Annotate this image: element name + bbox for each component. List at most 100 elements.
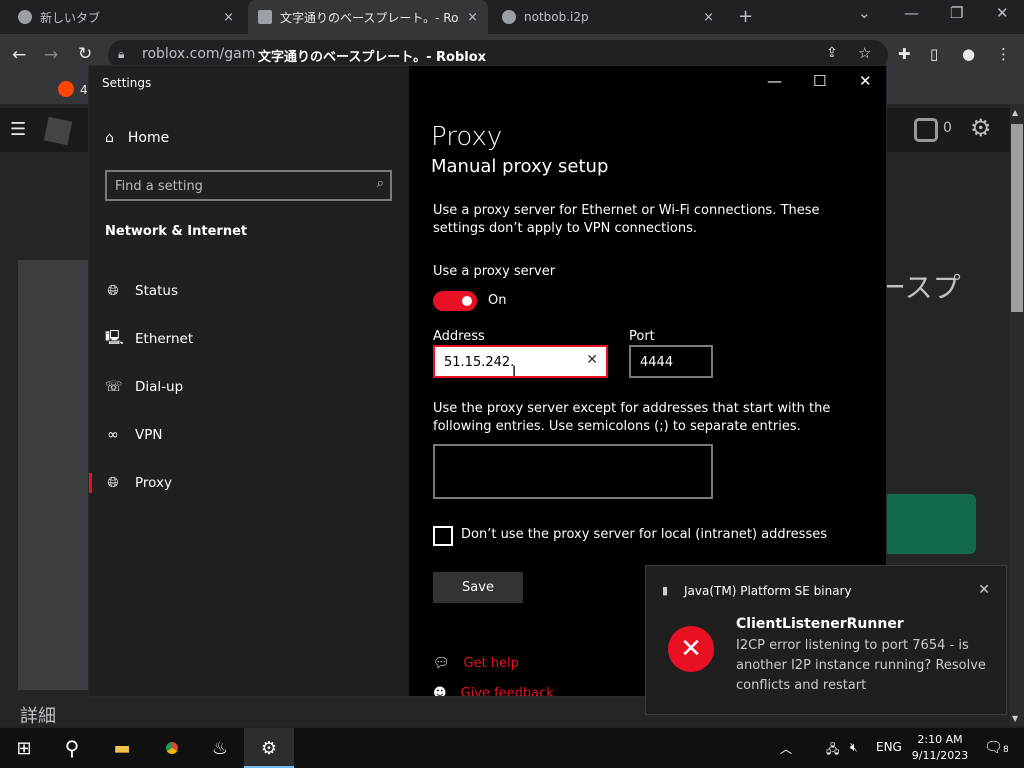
search-input[interactable] xyxy=(115,177,355,195)
forward-icon[interactable]: → xyxy=(44,45,58,65)
windows-start-icon[interactable]: ⊞ xyxy=(12,736,36,760)
chrome-icon xyxy=(18,10,32,24)
url-text[interactable]: roblox.com/gam xyxy=(142,46,255,62)
language-indicator[interactable]: ENG xyxy=(876,740,902,754)
local-bypass-label[interactable]: Don’t use the proxy server for local (in… xyxy=(461,527,827,542)
network-icon[interactable]: 🖧︎ xyxy=(826,740,839,761)
reload-icon[interactable]: ↻ xyxy=(78,44,92,64)
hamburger-icon[interactable]: ☰ xyxy=(10,119,26,140)
port-field[interactable] xyxy=(629,345,713,378)
search-icon[interactable]: ⌕ xyxy=(377,176,384,191)
section-heading: Network & Internet xyxy=(105,224,248,239)
toast-notification[interactable]: ▮ Java(TM) Platform SE binary ✕ ✕ Client… xyxy=(645,565,1007,715)
home-icon: ⌂ xyxy=(105,130,114,146)
reddit-icon[interactable] xyxy=(58,81,74,97)
sidebar-item-proxy[interactable]: 🌐︎ Proxy xyxy=(89,463,409,503)
get-help-label[interactable]: Get help xyxy=(464,656,519,671)
restore-icon[interactable]: ❐ xyxy=(950,4,963,22)
taskbar xyxy=(0,728,1024,768)
nav-home[interactable]: ⌂ Home xyxy=(105,130,169,146)
back-icon[interactable]: ← xyxy=(12,45,26,65)
sidebar-item-vpn[interactable]: ∞ VPN xyxy=(89,415,409,455)
exceptions-description: Use the proxy server except for addresse… xyxy=(433,401,831,434)
notification-center-icon[interactable]: 🗨︎8 xyxy=(984,738,1009,756)
close-window-icon[interactable]: ✕ xyxy=(996,4,1009,22)
search-box[interactable]: ⌕ xyxy=(105,170,392,201)
clock[interactable]: 2:10 AM 9/11/2023 xyxy=(900,732,980,764)
feedback-icon: ☻ xyxy=(433,686,447,697)
sidebar-item-dialup[interactable]: ☏ Dial-up xyxy=(89,367,409,407)
star-icon[interactable]: ☆ xyxy=(858,44,871,62)
give-feedback-link[interactable]: ☻ Give feedback xyxy=(433,686,554,697)
close-icon[interactable]: × xyxy=(467,10,478,25)
toast-title: ClientListenerRunner xyxy=(736,616,904,632)
chevron-down-icon[interactable]: ⌄ xyxy=(858,4,871,22)
tab-roblox[interactable]: 文字通りのベースプレート。- Roblox × xyxy=(248,0,488,34)
profile-icon[interactable]: ● xyxy=(962,45,975,63)
chevron-up-icon[interactable]: ︿ xyxy=(780,740,792,757)
settings-nav: Settings ⌂ Home ⌕ Network & Internet 🌐︎ … xyxy=(89,66,409,696)
sidebar-item-label: VPN xyxy=(135,427,163,443)
scroll-down-icon[interactable]: ▼ xyxy=(1012,714,1018,723)
sidebar-item-ethernet[interactable]: 🖳︎ Ethernet xyxy=(89,319,409,359)
new-tab-button[interactable]: + xyxy=(738,6,753,27)
roblox-icon xyxy=(258,10,272,24)
file-explorer-icon[interactable]: ▬ xyxy=(110,736,134,760)
dialup-icon: ☏ xyxy=(105,379,123,395)
search-icon[interactable]: ⚲ xyxy=(60,736,84,760)
text-cursor-icon: I xyxy=(512,364,517,380)
globe-icon xyxy=(502,10,516,24)
page-title: Proxy xyxy=(431,122,503,152)
scrollbar-thumb[interactable] xyxy=(1011,124,1023,312)
scroll-up-icon[interactable]: ▲ xyxy=(1012,108,1018,117)
toggle-knob xyxy=(462,296,472,306)
steam-icon[interactable]: ♨ xyxy=(208,736,232,760)
tab-notbob[interactable]: notbob.i2p × xyxy=(492,0,724,34)
local-bypass-checkbox[interactable] xyxy=(433,526,453,546)
port-input[interactable] xyxy=(640,353,704,371)
close-icon[interactable]: ✕ xyxy=(978,582,990,598)
close-icon[interactable]: × xyxy=(223,10,234,25)
close-icon[interactable]: × xyxy=(703,10,714,25)
sidebar-item-label: Proxy xyxy=(135,475,172,491)
game-thumbnail[interactable] xyxy=(18,260,90,690)
exceptions-field[interactable] xyxy=(433,444,713,499)
share-icon[interactable]: ⇪ xyxy=(826,45,838,61)
sidebar-item-label: Dial-up xyxy=(135,379,184,395)
sidebar-item-status[interactable]: 🌐︎ Status xyxy=(89,271,409,311)
window-title: Settings xyxy=(102,76,152,90)
roblox-logo-icon[interactable] xyxy=(43,116,73,146)
bookmark-count: 4 xyxy=(80,83,88,97)
tab-new-tab[interactable]: 新しいタブ × xyxy=(8,0,244,34)
settings-gear-icon[interactable]: ⚙ xyxy=(257,736,281,760)
volume-muted-icon[interactable]: 🔇︎ xyxy=(850,740,858,755)
give-feedback-label[interactable]: Give feedback xyxy=(461,686,554,696)
get-help-link[interactable]: 💬︎ Get help xyxy=(433,656,519,671)
robux-icon[interactable] xyxy=(914,118,938,142)
minimize-icon[interactable]: — xyxy=(904,4,919,22)
help-icon: 💬︎ xyxy=(433,656,450,671)
clock-date: 9/11/2023 xyxy=(911,749,969,762)
clear-icon[interactable]: ✕ xyxy=(586,352,598,368)
exceptions-input[interactable] xyxy=(435,446,711,497)
ethernet-icon: 🖳︎ xyxy=(105,330,124,346)
save-button[interactable]: Save xyxy=(433,572,523,603)
tab-title: 文字通りのベースプレート。- Roblox xyxy=(280,10,459,25)
menu-icon[interactable]: ⋮ xyxy=(996,45,1011,63)
address-field[interactable]: ✕ xyxy=(433,345,608,378)
vpn-icon: ∞ xyxy=(107,427,119,443)
address-label: Address xyxy=(433,329,485,344)
nav-home-label: Home xyxy=(127,130,170,146)
chrome-icon[interactable] xyxy=(160,736,184,760)
use-proxy-toggle[interactable] xyxy=(433,291,477,311)
error-icon: ✕ xyxy=(668,626,714,672)
side-panel-icon[interactable]: ▯ xyxy=(930,45,938,63)
extensions-icon[interactable]: ✚ xyxy=(898,45,911,63)
use-proxy-label: Use a proxy server xyxy=(433,264,556,279)
lock-icon: 🔒︎ xyxy=(118,47,125,61)
port-label: Port xyxy=(629,329,655,344)
tab-title: notbob.i2p xyxy=(524,10,589,24)
address-input[interactable] xyxy=(444,353,574,371)
java-icon: ▮ xyxy=(662,584,669,597)
gear-icon[interactable]: ⚙ xyxy=(970,114,992,142)
